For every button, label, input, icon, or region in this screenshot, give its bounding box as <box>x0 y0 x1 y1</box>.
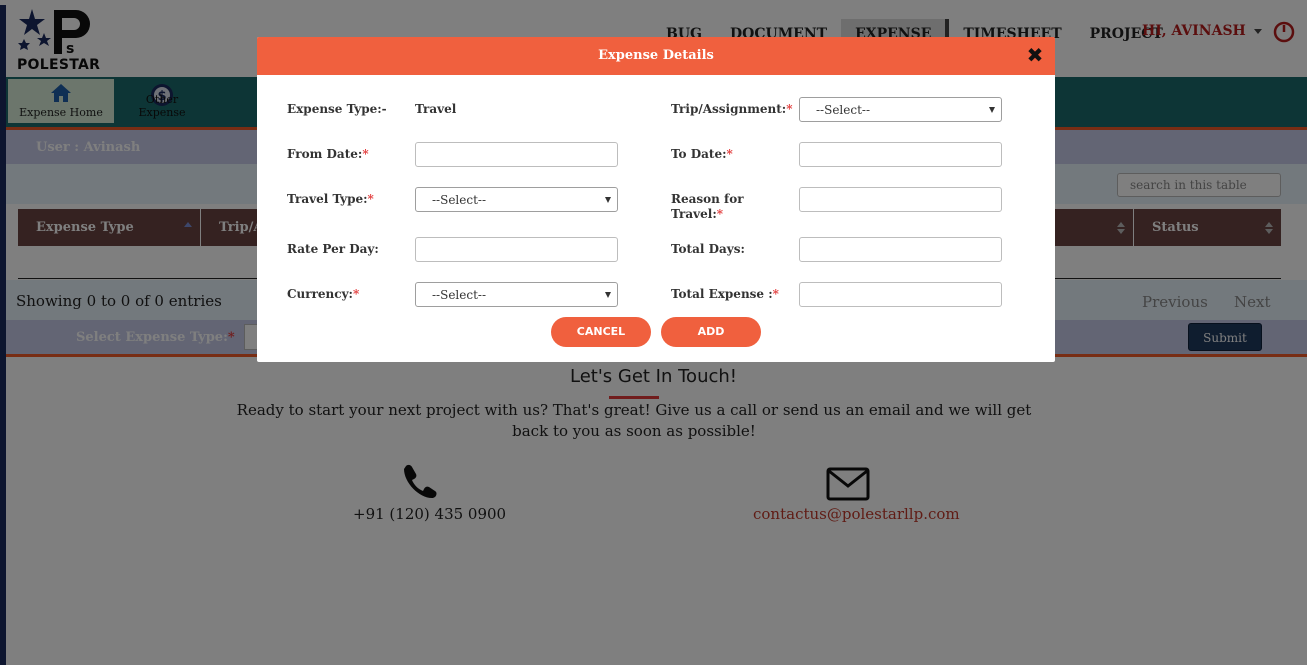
required-mark: * <box>362 147 369 161</box>
from-date-text: From Date: <box>287 147 363 161</box>
required-mark: * <box>367 192 374 206</box>
to-date-text: To Date: <box>671 147 727 161</box>
trip-label-text: Trip/Assignment: <box>671 102 787 116</box>
reason-input[interactable] <box>799 187 1002 212</box>
select-value: --Select-- <box>432 288 487 302</box>
modal-header: Expense Details ✖ <box>257 37 1055 75</box>
trip-assignment-select[interactable]: --Select-- <box>799 97 1002 122</box>
currency-select[interactable]: --Select-- <box>415 282 618 307</box>
total-expense-label: Total Expense :* <box>671 287 779 302</box>
dropdown-arrow-icon <box>605 197 611 203</box>
trip-label: Trip/Assignment:* <box>671 102 793 117</box>
add-button[interactable]: ADD <box>661 317 761 347</box>
required-mark: * <box>716 207 724 221</box>
select-value: --Select-- <box>432 193 487 207</box>
rate-per-day-input[interactable] <box>415 237 618 262</box>
rate-per-day-label: Rate Per Day: <box>287 242 379 256</box>
travel-type-text: Travel Type: <box>287 192 368 206</box>
required-mark: * <box>786 102 793 116</box>
dropdown-arrow-icon <box>605 292 611 298</box>
currency-label: Currency:* <box>287 287 359 302</box>
expense-details-modal: Expense Details ✖ Expense Type:- Travel … <box>257 37 1055 362</box>
from-date-input[interactable] <box>415 142 618 167</box>
travel-type-label: Travel Type:* <box>287 192 374 207</box>
from-date-label: From Date:* <box>287 147 369 162</box>
expense-type-value: Travel <box>415 102 457 116</box>
cancel-button[interactable]: CANCEL <box>551 317 651 347</box>
required-mark: * <box>772 287 779 301</box>
currency-text: Currency: <box>287 287 353 301</box>
select-value: --Select-- <box>816 103 871 117</box>
total-expense-text: Total Expense : <box>671 287 773 301</box>
reason-label-line1: Reason for <box>671 192 744 206</box>
expense-type-label: Expense Type:- <box>287 102 387 116</box>
required-mark: * <box>353 287 360 301</box>
total-expense-input[interactable] <box>799 282 1002 307</box>
close-icon[interactable]: ✖ <box>1025 43 1045 67</box>
modal-title: Expense Details <box>598 48 714 63</box>
dropdown-arrow-icon <box>989 107 995 113</box>
to-date-label: To Date:* <box>671 147 733 162</box>
travel-type-select[interactable]: --Select-- <box>415 187 618 212</box>
required-mark: * <box>726 147 733 161</box>
reason-label-line2: Travel: <box>671 207 717 221</box>
total-days-label: Total Days: <box>671 242 745 256</box>
total-days-input[interactable] <box>799 237 1002 262</box>
reason-label: Reason for Travel:* <box>671 192 744 222</box>
to-date-input[interactable] <box>799 142 1002 167</box>
